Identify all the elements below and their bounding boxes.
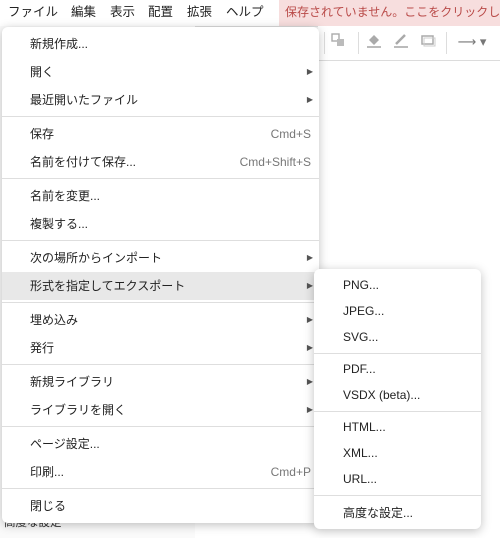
menu-item-new[interactable]: 新規作成... <box>2 30 319 58</box>
menu-item-label: 名前を変更... <box>30 189 101 203</box>
menu-item-import-from[interactable]: 次の場所からインポート ▶ <box>2 244 319 272</box>
menu-item-label: 新規ライブラリ <box>30 375 115 389</box>
menu-separator <box>314 495 481 496</box>
menu-item-label: 印刷... <box>30 465 65 479</box>
menu-item-label: JPEG... <box>343 304 385 318</box>
menu-item-new-library[interactable]: 新規ライブラリ ▶ <box>2 368 319 396</box>
menu-item-open-recent[interactable]: 最近開いたファイル ▶ <box>2 86 319 114</box>
menu-item-label: 最近開いたファイル <box>30 93 139 107</box>
menu-item-label: 埋め込み <box>30 313 79 327</box>
export-pdf[interactable]: PDF... <box>314 355 481 383</box>
menu-extras[interactable]: 拡張 <box>187 0 212 26</box>
menu-item-label: 発行 <box>30 341 55 355</box>
menu-item-label: 高度な設定... <box>343 506 414 520</box>
menu-item-label: 形式を指定してエクスポート <box>30 279 186 293</box>
export-xml[interactable]: XML... <box>314 439 481 467</box>
menu-item-label: 複製する... <box>30 217 89 231</box>
toolbar-separator <box>446 32 447 54</box>
menu-item-label: 名前を付けて保存... <box>30 155 137 169</box>
menu-item-label: HTML... <box>343 420 386 434</box>
menu-help[interactable]: ヘルプ <box>226 0 264 26</box>
menu-separator <box>2 302 319 303</box>
chevron-right-icon: ▶ <box>306 343 313 352</box>
menu-item-duplicate[interactable]: 複製する... <box>2 210 319 238</box>
menu-item-label: ページ設定... <box>30 437 100 451</box>
shadow-icon[interactable] <box>418 32 438 52</box>
chevron-right-icon: ▶ <box>306 67 313 76</box>
export-jpeg[interactable]: JPEG... <box>314 297 481 325</box>
chevron-right-icon: ▶ <box>306 253 313 262</box>
menu-file[interactable]: ファイル <box>8 0 58 26</box>
menu-item-open[interactable]: 開く ▶ <box>2 58 319 86</box>
export-png[interactable]: PNG... <box>314 271 481 299</box>
file-menu: 新規作成... 開く ▶ 最近開いたファイル ▶ 保存 Cmd+S 名前を付けて保存.… <box>2 27 319 523</box>
menu-item-label: XML... <box>343 446 378 460</box>
menu-item-rename[interactable]: 名前を変更... <box>2 182 319 210</box>
menu-item-shortcut: Cmd+Shift+S <box>239 155 311 169</box>
menu-item-label: SVG... <box>343 330 379 344</box>
line-color-icon[interactable] <box>391 32 411 52</box>
menu-item-label: URL... <box>343 472 378 486</box>
group-icon[interactable] <box>328 32 348 52</box>
menu-arrange[interactable]: 配置 <box>148 0 173 26</box>
menu-edit[interactable]: 編集 <box>71 0 96 26</box>
chevron-right-icon: ▶ <box>306 315 313 324</box>
toolbar: ⟶ ▾ <box>318 26 500 61</box>
fill-color-icon[interactable] <box>364 32 384 52</box>
menu-item-label: PNG... <box>343 278 380 292</box>
menu-item-label: 開く <box>30 65 55 79</box>
menu-item-label: VSDX (beta)... <box>343 388 421 402</box>
menu-separator <box>314 353 481 354</box>
menu-item-label: 次の場所からインポート <box>30 251 163 265</box>
menu-view[interactable]: 表示 <box>110 0 135 26</box>
export-html[interactable]: HTML... <box>314 413 481 441</box>
export-advanced[interactable]: 高度な設定... <box>314 499 481 527</box>
menubar: ファイル 編集 表示 配置 拡張 ヘルプ 保存されていません。ここをクリックして… <box>0 0 500 27</box>
menu-item-embed[interactable]: 埋め込み ▶ <box>2 306 319 334</box>
export-submenu: PNG... JPEG... SVG... PDF... VSDX (beta)… <box>314 269 481 529</box>
menu-item-export-as[interactable]: 形式を指定してエクスポート ▶ <box>2 272 319 300</box>
menu-item-open-library[interactable]: ライブラリを開く ▶ <box>2 396 319 424</box>
connector-arrow-icon[interactable]: ⟶ ▾ <box>454 32 490 52</box>
menu-item-shortcut: Cmd+S <box>270 127 311 141</box>
export-url[interactable]: URL... <box>314 465 481 493</box>
unsaved-notice[interactable]: 保存されていません。ここをクリックして保存 <box>279 0 500 26</box>
menu-separator <box>2 116 319 117</box>
menu-item-shortcut: Cmd+P <box>270 465 311 479</box>
toolbar-separator <box>358 32 359 54</box>
menu-item-save-as[interactable]: 名前を付けて保存... Cmd+Shift+S <box>2 148 319 176</box>
menu-item-print[interactable]: 印刷... Cmd+P <box>2 458 319 486</box>
menu-item-publish[interactable]: 発行 ▶ <box>2 334 319 362</box>
menu-separator <box>2 488 319 489</box>
menu-item-close[interactable]: 閉じる <box>2 492 319 520</box>
export-svg[interactable]: SVG... <box>314 323 481 351</box>
menu-separator <box>2 364 319 365</box>
menu-item-label: 新規作成... <box>30 37 89 51</box>
menu-item-label: ライブラリを開く <box>30 403 127 417</box>
chevron-right-icon: ▶ <box>306 405 313 414</box>
chevron-right-icon: ▶ <box>306 377 313 386</box>
toolbar-separator <box>324 32 325 54</box>
export-vsdx[interactable]: VSDX (beta)... <box>314 381 481 409</box>
menu-separator <box>314 411 481 412</box>
menu-separator <box>2 426 319 427</box>
chevron-right-icon: ▶ <box>306 95 313 104</box>
menu-item-label: 保存 <box>30 127 55 141</box>
menu-item-save[interactable]: 保存 Cmd+S <box>2 120 319 148</box>
menu-separator <box>2 178 319 179</box>
chevron-right-icon: ▶ <box>306 281 313 290</box>
menu-item-page-setup[interactable]: ページ設定... <box>2 430 319 458</box>
menu-separator <box>2 240 319 241</box>
menu-item-label: PDF... <box>343 362 376 376</box>
menu-item-label: 閉じる <box>30 499 67 513</box>
